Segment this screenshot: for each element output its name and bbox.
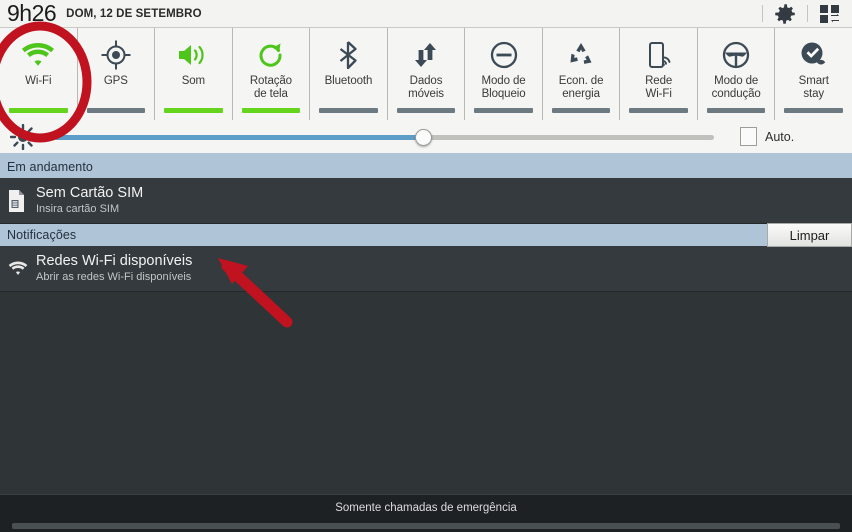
tile-label-bluetooth: Bluetooth <box>324 75 373 87</box>
power-saving-recycle-icon <box>566 36 596 74</box>
tile-mobile-data[interactable]: Dados móveis <box>388 28 466 120</box>
tile-state-indicator-mobile-data <box>396 108 456 113</box>
tile-label-line1: Modo de <box>714 75 759 87</box>
settings-button[interactable] <box>763 0 807 28</box>
notification-title-wifi: Redes Wi-Fi disponíveis <box>36 253 193 269</box>
wifi-available-icon <box>0 246 36 292</box>
gear-icon <box>775 3 795 24</box>
quick-toggle-grid-icon <box>820 4 839 23</box>
tile-screen-rotation[interactable]: Rotação de tela <box>233 28 311 120</box>
tile-state-indicator-power-saving <box>551 108 611 113</box>
quick-toggle-grid-button[interactable] <box>808 0 852 28</box>
tile-label-smart-stay: Smart stay <box>799 75 829 100</box>
tile-label-line2: de tela <box>253 87 288 100</box>
sound-speaker-icon <box>176 36 210 74</box>
gps-crosshair-icon <box>101 36 131 74</box>
brightness-auto-toggle[interactable]: Auto. <box>732 127 852 146</box>
android-notification-shade: 9h26 DOM, 12 DE SETEMBRO Wi-Fi GPS Som R… <box>0 0 852 532</box>
tile-label-line1: Dados <box>409 75 443 87</box>
bottom-bar: Somente chamadas de emergência <box>0 494 852 532</box>
tile-state-indicator-smart-stay <box>784 108 844 113</box>
tile-state-indicator-sound <box>164 108 223 113</box>
tile-state-indicator-gps <box>86 108 146 113</box>
sim-card-missing-icon <box>0 178 36 224</box>
auto-brightness-label: Auto. <box>765 129 795 144</box>
brightness-slider-thumb[interactable] <box>415 128 433 146</box>
notification-item-wifi[interactable]: Redes Wi-Fi disponíveis Abrir as redes W… <box>0 246 852 292</box>
tile-sound[interactable]: Som <box>155 28 233 120</box>
tile-label-line1: Econ. de <box>558 75 604 87</box>
auto-brightness-checkbox[interactable] <box>740 127 757 146</box>
wifi-icon <box>19 36 57 74</box>
emergency-calls-text: Somente chamadas de emergência <box>335 502 517 514</box>
tile-gps[interactable]: GPS <box>78 28 156 120</box>
tile-label-wifi-hotspot: Rede Wi-Fi <box>645 75 672 100</box>
quick-settings-tiles: Wi-Fi GPS Som Rotação de tela Bluetooth … <box>0 28 852 120</box>
tile-state-indicator-screen-rotation <box>241 108 301 113</box>
notifications-section-title: Notificações <box>7 228 77 242</box>
tile-bluetooth[interactable]: Bluetooth <box>310 28 388 120</box>
tile-state-indicator-wifi-hotspot <box>629 108 688 113</box>
brightness-slider[interactable] <box>46 119 722 155</box>
tile-label-blocking-mode: Modo de Bloqueio <box>482 75 526 100</box>
tile-label-gps: GPS <box>103 75 128 87</box>
notification-subtitle-sim: Insira cartão SIM <box>36 203 120 215</box>
notification-title-sim: Sem Cartão SIM <box>36 185 144 201</box>
tile-label-line2: energia <box>562 87 600 100</box>
tile-label-line1: Smart <box>798 75 829 87</box>
screen-rotation-icon <box>256 36 286 74</box>
tile-label-line2: móveis <box>408 87 444 100</box>
bluetooth-icon <box>335 36 361 74</box>
status-bar-date: DOM, 12 DE SETEMBRO <box>66 7 202 20</box>
status-bar: 9h26 DOM, 12 DE SETEMBRO <box>0 0 852 28</box>
tile-smart-stay[interactable]: Smart stay <box>775 28 852 120</box>
notification-text-wifi: Redes Wi-Fi disponíveis Abrir as redes W… <box>36 253 192 284</box>
tile-label-line2: Wi-Fi <box>645 87 672 100</box>
tile-label-sound: Som <box>181 75 206 87</box>
status-bar-actions <box>762 0 852 28</box>
wifi-hotspot-icon <box>644 36 674 74</box>
shade-drag-handle[interactable] <box>12 523 840 529</box>
mobile-data-arrows-icon <box>411 36 441 74</box>
tile-driving-mode[interactable]: Modo de condução <box>698 28 776 120</box>
notification-subtitle-wifi: Abrir as redes Wi-Fi disponíveis <box>36 271 192 283</box>
tile-blocking-mode[interactable]: Modo de Bloqueio <box>465 28 543 120</box>
ongoing-section-header: Em andamento <box>0 156 852 178</box>
tile-power-saving[interactable]: Econ. de energia <box>543 28 621 120</box>
tile-state-indicator-wifi <box>9 108 68 113</box>
tile-label-line2: stay <box>803 87 825 100</box>
ongoing-section-title: Em andamento <box>7 160 93 174</box>
clear-notifications-button[interactable]: Limpar <box>767 223 852 247</box>
notifications-section-header: Notificações Limpar <box>0 223 852 247</box>
tile-label-line1: Rotação <box>249 75 292 87</box>
tile-state-indicator-blocking-mode <box>474 108 533 113</box>
tile-label-line1: Rede <box>645 75 673 87</box>
brightness-sun-icon <box>0 123 46 150</box>
brightness-slider-fill <box>54 134 424 140</box>
tile-label-mobile-data: Dados móveis <box>408 75 444 100</box>
notification-item-sim[interactable]: Sem Cartão SIM Insira cartão SIM <box>0 178 852 224</box>
notification-text-sim: Sem Cartão SIM Insira cartão SIM <box>36 185 143 216</box>
tile-label-line2: condução <box>711 87 761 100</box>
driving-mode-steering-wheel-icon <box>721 36 751 74</box>
status-bar-clock: 9h26 <box>7 0 57 26</box>
blocking-mode-icon <box>489 36 519 74</box>
tile-wifi[interactable]: Wi-Fi <box>0 28 78 120</box>
tile-label-line2: Bloqueio <box>481 87 526 100</box>
tile-label-line1: Modo de <box>481 75 526 87</box>
brightness-row: Auto. <box>0 120 852 156</box>
smart-stay-eye-icon <box>798 36 830 74</box>
tile-label-driving-mode: Modo de condução <box>712 75 761 100</box>
tile-label-screen-rotation: Rotação de tela <box>250 75 292 100</box>
tile-wifi-hotspot[interactable]: Rede Wi-Fi <box>620 28 698 120</box>
notification-panel: Em andamento Sem Cartão SIM Insira cartã… <box>0 156 852 494</box>
tile-label-power-saving: Econ. de energia <box>559 75 604 100</box>
tile-state-indicator-driving-mode <box>706 108 766 113</box>
tile-state-indicator-bluetooth <box>319 108 378 113</box>
tile-label-wifi: Wi-Fi <box>25 75 52 87</box>
